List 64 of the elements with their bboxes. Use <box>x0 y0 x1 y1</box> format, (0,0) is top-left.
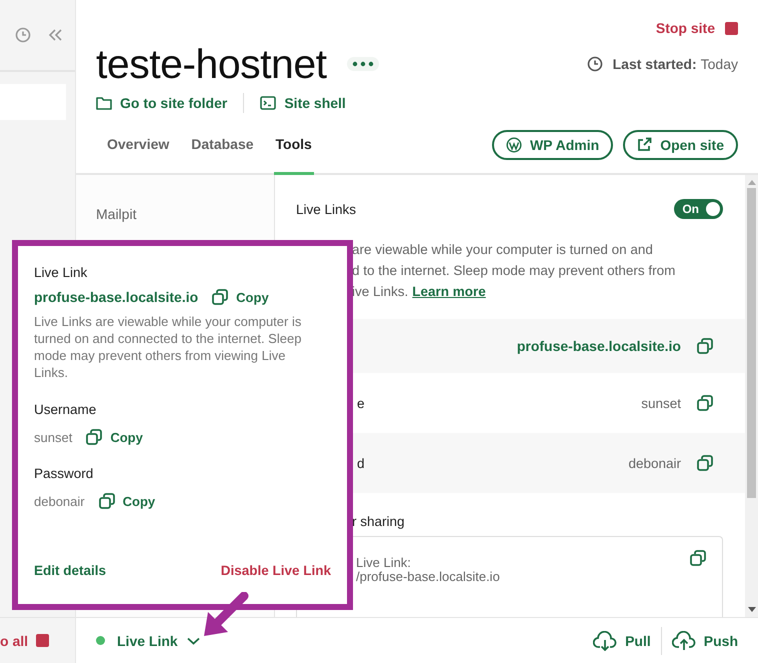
collapse-icon[interactable] <box>47 27 63 43</box>
more-button[interactable] <box>346 57 379 71</box>
live-link-url: profuse-base.localsite.io <box>516 338 681 354</box>
site-title: teste-hostnet <box>96 40 327 88</box>
copy-icon[interactable] <box>697 395 713 411</box>
copy-button[interactable]: Copy <box>212 289 269 305</box>
edit-details-link[interactable]: Edit details <box>34 563 106 578</box>
stop-site-button[interactable]: Stop site <box>656 20 715 36</box>
learn-more-link[interactable]: Learn more <box>412 284 486 299</box>
field-value: sunset <box>34 430 72 444</box>
tools-menu-item[interactable]: Mailpit <box>96 206 136 222</box>
copy-icon[interactable] <box>690 550 706 566</box>
site-link[interactable]: Go to site folder <box>120 95 228 111</box>
scroll-down-icon[interactable] <box>748 607 756 613</box>
chevron-down-icon <box>186 636 200 644</box>
folder-icon[interactable] <box>96 96 112 110</box>
row-label: e <box>357 396 365 410</box>
pull-button[interactable]: Pull <box>593 630 651 650</box>
copy-button[interactable]: Copy <box>98 493 156 509</box>
section-title: Live Links <box>296 202 356 216</box>
copy-icon[interactable] <box>697 338 713 354</box>
more-icon <box>352 61 374 67</box>
wordpress-icon <box>506 136 522 152</box>
field-label: Password <box>34 466 94 481</box>
field-label: Username <box>34 402 98 417</box>
open-site-button[interactable]: Open site <box>623 130 738 160</box>
description-text: are viewable while your computer is turned on and <box>352 242 653 257</box>
cloud-upload-icon <box>672 630 696 650</box>
tab[interactable]: Overview <box>105 116 172 175</box>
scrollbar[interactable] <box>745 175 758 617</box>
toggle-switch[interactable]: On <box>674 199 723 219</box>
live-link-button[interactable]: Live Link <box>117 632 200 648</box>
clock-icon <box>586 56 603 72</box>
copy-icon <box>98 493 115 509</box>
field-value: debonair <box>34 494 85 508</box>
clock-icon[interactable] <box>15 27 31 43</box>
section-heading: r sharing <box>351 513 406 529</box>
live-link-url[interactable]: profuse-base.localsite.io <box>34 289 198 305</box>
tab[interactable]: Database <box>189 116 256 175</box>
last-started-value: Today <box>700 56 738 72</box>
last-started-label: Last started: <box>612 56 697 72</box>
copy-icon[interactable] <box>697 455 713 471</box>
row-value: sunset <box>641 396 681 410</box>
terminal-icon[interactable] <box>260 96 276 110</box>
share-text-line: Live Link: <box>356 556 412 570</box>
cloud-download-icon <box>593 630 618 650</box>
stop-icon <box>36 634 50 647</box>
stop-all-button[interactable]: o all <box>0 632 28 648</box>
push-button[interactable]: Push <box>672 630 738 650</box>
share-text-line: /profuse-base.localsite.io <box>356 570 500 584</box>
disable-live-link-link[interactable]: Disable Live Link <box>220 563 331 578</box>
popup-title: Live Link <box>34 265 88 280</box>
row-value: debonair <box>628 456 681 470</box>
site-link[interactable]: Site shell <box>284 95 346 111</box>
wp-admin-button[interactable]: WP Admin <box>492 130 614 160</box>
copy-button[interactable]: Copy <box>86 429 143 445</box>
copy-icon <box>86 429 102 445</box>
copy-icon <box>212 289 228 305</box>
tab[interactable]: Tools <box>274 116 314 175</box>
external-link-icon <box>637 137 652 152</box>
description-text: ive Links. <box>352 284 408 299</box>
popup-description: Live Links are viewable while your computer is turned on and connected to the internet. Sleep mode may prevent others from viewing Live Links. <box>34 313 302 381</box>
row-label: d <box>357 456 365 470</box>
stop-icon <box>725 22 738 34</box>
